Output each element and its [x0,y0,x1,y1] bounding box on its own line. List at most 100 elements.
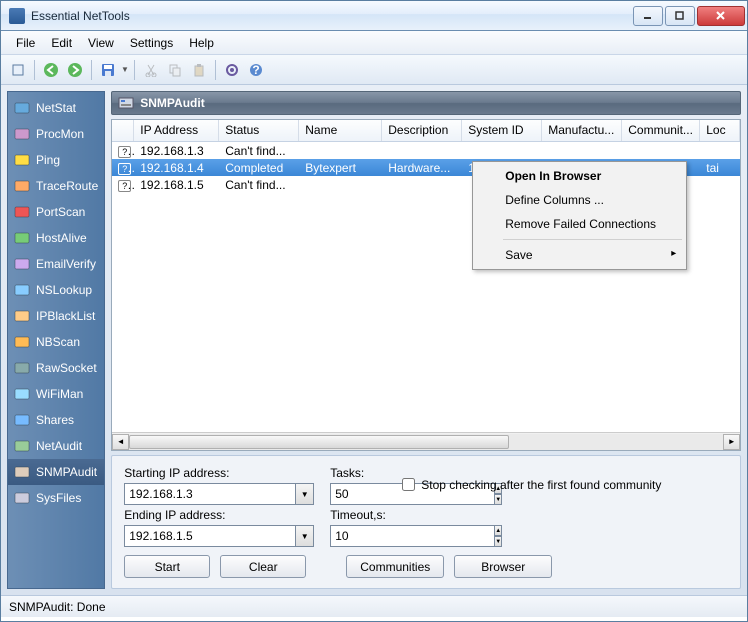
dropdown-icon[interactable]: ▼ [296,483,314,505]
sidebar-item-label: ProcMon [36,127,84,141]
column-header[interactable]: Manufactu... [542,120,622,141]
cell: Can't find... [219,178,299,192]
cell: 192.168.1.4 [134,161,219,175]
sidebar-item-nslookup[interactable]: NSLookup [8,277,104,303]
sidebar-item-portscan[interactable]: PortScan [8,199,104,225]
sidebar-item-wifiman[interactable]: WiFiMan [8,381,104,407]
titlebar: Essential NetTools [1,1,747,31]
sidebar-item-hostalive[interactable]: HostAlive [8,225,104,251]
scroll-right-button[interactable]: ► [723,434,740,450]
dropdown-icon[interactable]: ▼ [296,525,314,547]
context-menu-item[interactable]: Remove Failed Connections [475,212,684,236]
results-grid: IP AddressStatusNameDescriptionSystem ID… [111,119,741,451]
tool-save-icon[interactable] [97,59,119,81]
sidebar-item-label: Shares [36,413,74,427]
end-ip-label: Ending IP address: [124,508,314,522]
sidebar-item-netstat[interactable]: NetStat [8,95,104,121]
table-row[interactable]: ?192.168.1.3Can't find... [112,142,740,159]
end-ip-input[interactable] [124,525,296,547]
horizontal-scrollbar[interactable]: ◄ ► [112,432,740,450]
context-menu-item[interactable]: Save [475,243,684,267]
start-button[interactable]: Start [124,555,210,578]
main-area: NetStat ProcMon Ping TraceRoute PortScan Host… [1,85,747,595]
tool-cut-icon[interactable] [140,59,162,81]
tool-paste-icon[interactable] [188,59,210,81]
spin-up-icon[interactable]: ▲ [495,525,502,536]
sidebar-item-traceroute[interactable]: TraceRoute [8,173,104,199]
cell: Completed [219,161,299,175]
spin-down-icon[interactable]: ▼ [495,494,502,505]
column-header[interactable]: Communit... [622,120,700,141]
communities-button[interactable]: Communities [346,555,444,578]
sidebar-item-sysfiles[interactable]: SysFiles [8,485,104,511]
menu-edit[interactable]: Edit [44,34,79,52]
tool-back-icon[interactable] [40,59,62,81]
menu-settings[interactable]: Settings [123,34,180,52]
start-ip-input[interactable] [124,483,296,505]
column-header[interactable]: Description [382,120,462,141]
timeout-spinner[interactable]: ▲▼ [330,525,386,547]
menu-help[interactable]: Help [182,34,221,52]
spin-down-icon[interactable]: ▼ [495,536,502,547]
timeout-input[interactable] [330,525,495,547]
column-header[interactable]: Name [299,120,382,141]
window-title: Essential NetTools [31,9,631,23]
stop-checking-checkbox[interactable] [402,478,415,491]
browser-button[interactable]: Browser [454,555,552,578]
minimize-button[interactable] [633,6,663,26]
context-menu-item[interactable]: Define Columns ... [475,188,684,212]
sidebar-item-nbscan[interactable]: NBScan [8,329,104,355]
sidebar-item-label: SNMPAudit [36,465,97,479]
column-header[interactable]: Status [219,120,299,141]
start-ip-label: Starting IP address: [124,466,314,480]
sidebar-item-label: NetAudit [36,439,82,453]
toolbar: ▼ ? [1,55,747,85]
tool-icon [14,230,30,246]
tool-help-icon[interactable]: ? [245,59,267,81]
tool-copy-icon[interactable] [164,59,186,81]
tool-icon [14,386,30,402]
tool-new-icon[interactable] [7,59,29,81]
tool-icon [14,152,30,168]
scroll-track[interactable] [129,434,723,450]
sidebar-item-procmon[interactable]: ProcMon [8,121,104,147]
dropdown-arrow-icon[interactable]: ▼ [121,65,129,74]
column-header[interactable] [112,120,134,141]
end-ip-combo[interactable]: ▼ [124,525,314,547]
app-icon [9,8,25,24]
maximize-button[interactable] [665,6,695,26]
tool-icon [14,282,30,298]
sidebar-item-ping[interactable]: Ping [8,147,104,173]
sidebar-item-label: HostAlive [36,231,87,245]
cell: 192.168.1.3 [134,144,219,158]
column-header[interactable]: Loc [700,120,740,141]
scroll-thumb[interactable] [129,435,509,449]
context-menu-item[interactable]: Open In Browser [475,164,684,188]
tool-settings-icon[interactable] [221,59,243,81]
sidebar-item-snmpaudit[interactable]: SNMPAudit [8,459,104,485]
sidebar-item-netaudit[interactable]: NetAudit [8,433,104,459]
start-ip-combo[interactable]: ▼ [124,483,314,505]
tool-icon [14,126,30,142]
tool-icon [14,412,30,428]
clear-button[interactable]: Clear [220,555,306,578]
cell: Can't find... [219,144,299,158]
sidebar-item-shares[interactable]: Shares [8,407,104,433]
tasks-spinner[interactable]: ▲▼ [330,483,386,505]
menu-view[interactable]: View [81,34,121,52]
tool-forward-icon[interactable] [64,59,86,81]
column-header[interactable]: IP Address [134,120,219,141]
sidebar-item-label: TraceRoute [36,179,98,193]
sidebar-item-ipblacklist[interactable]: IPBlackList [8,303,104,329]
sidebar-item-emailverify[interactable]: EmailVerify [8,251,104,277]
menu-file[interactable]: File [9,34,42,52]
timeout-label: Timeout,s: [330,508,386,522]
tasks-label: Tasks: [330,466,386,480]
sidebar: NetStat ProcMon Ping TraceRoute PortScan Host… [7,91,105,589]
tool-icon [14,490,30,506]
separator [34,60,35,80]
column-header[interactable]: System ID [462,120,542,141]
sidebar-item-rawsocket[interactable]: RawSocket [8,355,104,381]
scroll-left-button[interactable]: ◄ [112,434,129,450]
close-button[interactable] [697,6,745,26]
